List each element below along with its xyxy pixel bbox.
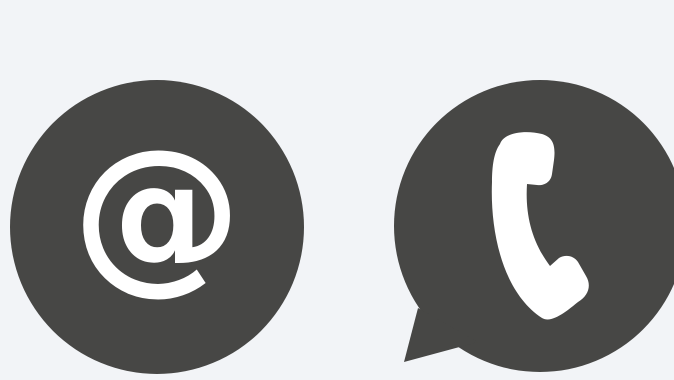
phone-badge xyxy=(392,80,674,380)
at-sign-icon: @ xyxy=(10,80,304,374)
speech-bubble-shape xyxy=(394,80,674,372)
phone-speech-bubble-icon xyxy=(394,80,674,372)
contact-icons-scene: @ xyxy=(0,0,674,380)
email-badge: @ xyxy=(10,80,304,374)
at-sign-glyph: @ xyxy=(72,113,242,311)
